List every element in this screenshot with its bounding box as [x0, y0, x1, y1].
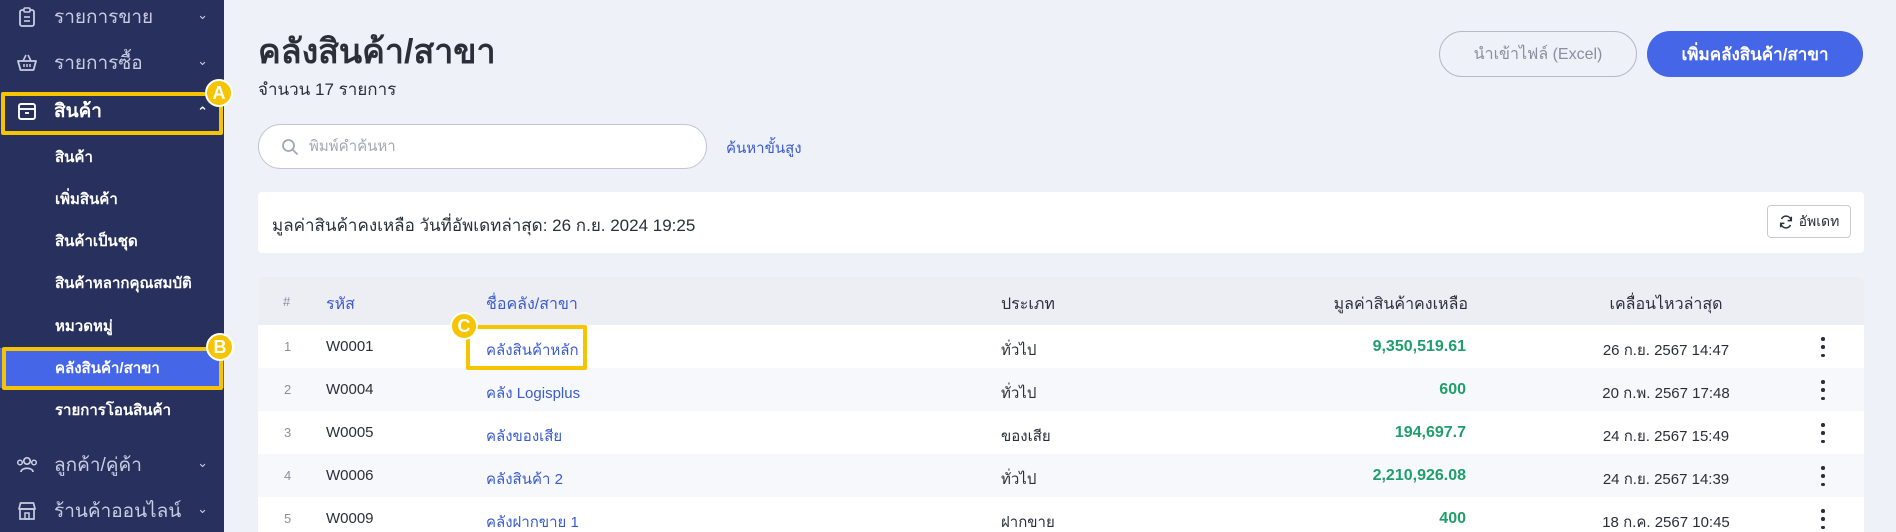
row-type: ของเสีย: [1001, 428, 1051, 445]
chevron-down-icon: ⌄: [197, 455, 208, 470]
col-value-header: มูลค่าสินค้าคงเหลือ: [1333, 296, 1468, 313]
highlight-box-c: [466, 325, 587, 370]
store-icon: [16, 500, 38, 522]
add-warehouse-button[interactable]: เพิ่มคลังสินค้า/สาขา: [1647, 31, 1863, 77]
more-actions-icon[interactable]: [1820, 466, 1826, 486]
page-title: คลังสินค้า/สาขา: [258, 33, 496, 71]
row-last-moved: 18 ก.ค. 2567 10:45: [1602, 514, 1730, 531]
sidebar-subitem-variants[interactable]: สินค้าหลากคุณสมบัติ: [0, 263, 224, 303]
more-actions-icon[interactable]: [1820, 380, 1826, 400]
inventory-value-card: มูลค่าสินค้าคงเหลือ วันที่อัพเดทล่าสุด: …: [258, 192, 1864, 253]
sidebar-item-label: รายการซื้อ: [54, 53, 143, 74]
import-excel-button[interactable]: นำเข้าไฟล์ (Excel): [1439, 31, 1637, 77]
row-code: W0005: [326, 424, 374, 441]
more-actions-icon[interactable]: [1820, 423, 1826, 443]
sidebar-item-label: ร้านค้าออนไลน์: [54, 501, 182, 522]
annotation-badge-c: C: [450, 312, 478, 340]
row-name-link[interactable]: คลังของเสีย: [486, 424, 562, 448]
row-last-moved: 24 ก.ย. 2567 15:49: [1602, 428, 1730, 445]
row-code: W0001: [326, 338, 374, 355]
row-value: 9,350,519.61: [1372, 338, 1466, 355]
basket-icon: [16, 52, 38, 74]
advanced-search-link[interactable]: ค้นหาขั้นสูง: [726, 136, 802, 160]
col-code-header[interactable]: รหัส: [326, 292, 355, 317]
row-name-link[interactable]: คลังฝากขาย 1: [486, 510, 579, 532]
refresh-label: อัพเดท: [1798, 212, 1840, 229]
row-index: 1: [284, 339, 292, 354]
sidebar-item-sales[interactable]: รายการขาย ⌄: [0, 0, 224, 40]
table-row[interactable]: 2 W0004 คลัง Logisplus ทั่วไป 600 20 ก.พ…: [258, 368, 1864, 411]
highlight-box-b: [2, 347, 223, 390]
row-last-moved: 26 ก.ย. 2567 14:47: [1602, 342, 1730, 359]
col-type-header: ประเภท: [1001, 296, 1055, 313]
chevron-down-icon: ⌄: [197, 7, 208, 22]
row-type: ทั่วไป: [1001, 471, 1037, 488]
row-name-link[interactable]: คลัง Logisplus: [486, 381, 580, 405]
table-header: # รหัส ชื่อคลัง/สาขา ประเภท มูลค่าสินค้า…: [258, 277, 1864, 325]
table-row[interactable]: 4 W0006 คลังสินค้า 2 ทั่วไป 2,210,926.08…: [258, 454, 1864, 497]
sidebar-subitem-add-product[interactable]: เพิ่มสินค้า: [0, 179, 224, 219]
row-index: 3: [284, 425, 292, 440]
sidebar-item-online-store[interactable]: ร้านค้าออนไลน์ ⌄: [0, 488, 224, 532]
sidebar-subitem-bundles[interactable]: สินค้าเป็นชุด: [0, 221, 224, 261]
sidebar: รายการขาย ⌄ รายการซื้อ ⌄ สินค้า ⌃ A สินค…: [0, 0, 234, 532]
row-code: W0006: [326, 467, 374, 484]
warehouse-table: # รหัส ชื่อคลัง/สาขา ประเภท มูลค่าสินค้า…: [258, 277, 1864, 532]
row-code: W0004: [326, 381, 374, 398]
row-value: 194,697.7: [1394, 424, 1466, 441]
inventory-value-text: มูลค่าสินค้าคงเหลือ วันที่อัพเดทล่าสุด: …: [272, 216, 696, 235]
more-actions-icon[interactable]: [1820, 337, 1826, 357]
col-index-header: #: [283, 294, 291, 309]
row-name-link[interactable]: คลังสินค้า 2: [486, 467, 563, 491]
row-value: 2,210,926.08: [1372, 467, 1466, 484]
sidebar-subitem-transfers[interactable]: รายการโอนสินค้า: [0, 390, 224, 430]
clipboard-icon: [16, 6, 38, 28]
chevron-down-icon: ⌄: [197, 501, 208, 516]
refresh-icon: [1779, 214, 1793, 229]
sidebar-item-label: รายการขาย: [54, 7, 154, 28]
row-last-moved: 20 ก.พ. 2567 17:48: [1602, 385, 1730, 402]
row-index: 4: [284, 468, 292, 483]
search-box: [258, 124, 707, 169]
annotation-badge-a: A: [205, 79, 233, 107]
table-row[interactable]: 5 W0009 คลังฝากขาย 1 ฝากขาย 400 18 ก.ค. …: [258, 497, 1864, 532]
people-icon: [16, 454, 38, 476]
col-name-header[interactable]: ชื่อคลัง/สาขา: [486, 292, 578, 317]
row-last-moved: 24 ก.ย. 2567 14:39: [1602, 471, 1730, 488]
chevron-down-icon: ⌄: [197, 53, 208, 68]
row-index: 2: [284, 382, 292, 397]
row-type: ทั่วไป: [1001, 342, 1037, 359]
more-actions-icon[interactable]: [1820, 509, 1826, 529]
row-code: W0009: [326, 510, 374, 527]
sidebar-subitem-products[interactable]: สินค้า: [0, 137, 224, 177]
refresh-button[interactable]: อัพเดท: [1767, 205, 1851, 238]
annotation-badge-b: B: [206, 333, 234, 361]
highlight-box-a: [1, 92, 223, 135]
row-index: 5: [284, 511, 292, 526]
table-row[interactable]: 3 W0005 คลังของเสีย ของเสีย 194,697.7 24…: [258, 411, 1864, 454]
sidebar-item-purchases[interactable]: รายการซื้อ ⌄: [0, 40, 224, 86]
sidebar-subitem-categories[interactable]: หมวดหมู่: [0, 306, 224, 346]
row-value: 600: [1439, 381, 1466, 398]
row-type: ฝากขาย: [1001, 514, 1055, 531]
search-input[interactable]: [309, 138, 669, 155]
sidebar-item-label: ลูกค้า/คู่ค้า: [54, 455, 142, 476]
record-count: จำนวน 17 รายการ: [258, 80, 397, 99]
row-type: ทั่วไป: [1001, 385, 1037, 402]
sidebar-item-customers[interactable]: ลูกค้า/คู่ค้า ⌄: [0, 442, 224, 488]
row-value: 400: [1439, 510, 1466, 527]
col-moved-header: เคลื่อนไหวล่าสุด: [1609, 296, 1723, 313]
search-icon: [281, 138, 299, 156]
